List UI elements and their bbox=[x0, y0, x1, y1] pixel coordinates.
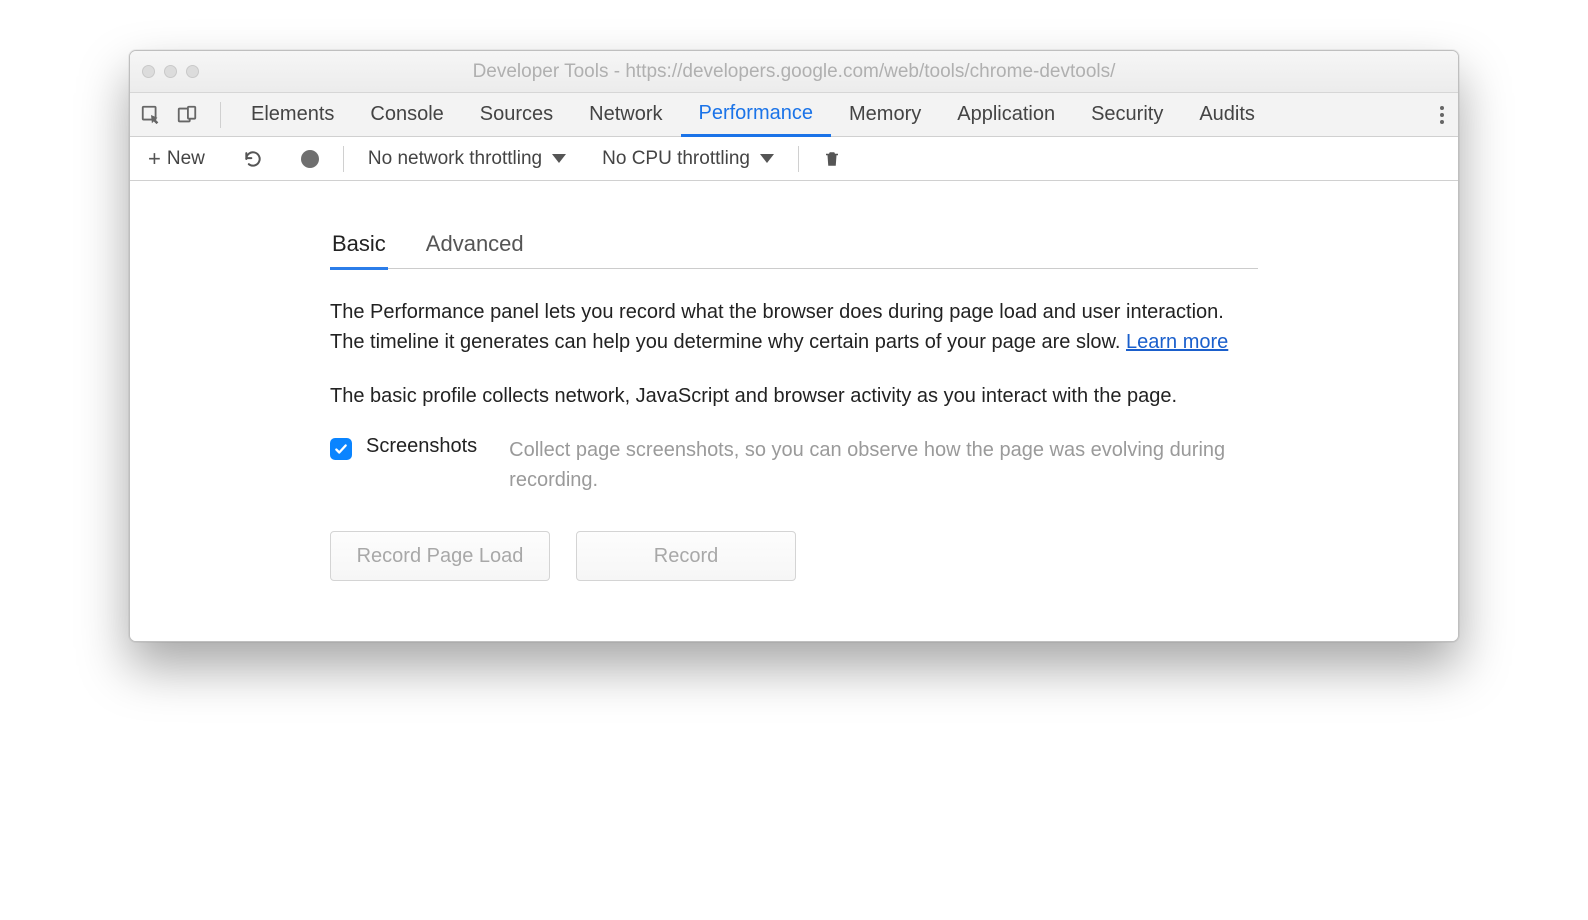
new-label: New bbox=[167, 148, 205, 170]
traffic-minimize[interactable] bbox=[164, 65, 177, 78]
tab-label: Elements bbox=[251, 103, 334, 126]
profile-subtabs: Basic Advanced bbox=[330, 231, 1258, 269]
traffic-lights bbox=[142, 65, 199, 78]
basic-description: The basic profile collects network, Java… bbox=[330, 381, 1258, 411]
device-toolbar-icon[interactable] bbox=[176, 104, 198, 126]
intro-text: The Performance panel lets you record wh… bbox=[330, 301, 1224, 353]
tab-label: Audits bbox=[1199, 103, 1255, 126]
screenshots-label: Screenshots bbox=[366, 435, 477, 458]
plus-icon: + bbox=[148, 148, 161, 170]
tab-label: Application bbox=[957, 103, 1055, 126]
tab-memory[interactable]: Memory bbox=[831, 93, 939, 136]
separator bbox=[343, 146, 344, 172]
network-throttle-dropdown[interactable]: No network throttling bbox=[362, 148, 572, 170]
tab-label: Security bbox=[1091, 103, 1163, 126]
traffic-close[interactable] bbox=[142, 65, 155, 78]
subtab-advanced[interactable]: Advanced bbox=[424, 231, 526, 268]
record-circle-icon bbox=[301, 150, 319, 168]
tab-label: Memory bbox=[849, 103, 921, 126]
screenshots-option: Screenshots Collect page screenshots, so… bbox=[330, 435, 1258, 495]
dropdown-arrow-icon bbox=[552, 154, 566, 163]
tab-security[interactable]: Security bbox=[1073, 93, 1181, 136]
devtools-window: Developer Tools - https://developers.goo… bbox=[129, 50, 1459, 642]
learn-more-link[interactable]: Learn more bbox=[1126, 331, 1228, 353]
performance-toolbar: + New No network throttling No CPU throt… bbox=[130, 137, 1458, 181]
record-buttons: Record Page Load Record bbox=[330, 531, 1258, 581]
button-label: Record bbox=[654, 545, 718, 568]
new-recording-button[interactable]: + New bbox=[142, 148, 211, 170]
titlebar: Developer Tools - https://developers.goo… bbox=[130, 51, 1458, 93]
cpu-throttle-label: No CPU throttling bbox=[602, 148, 750, 170]
traffic-zoom[interactable] bbox=[186, 65, 199, 78]
intro-paragraph: The Performance panel lets you record wh… bbox=[330, 297, 1258, 357]
reload-icon[interactable] bbox=[237, 149, 269, 169]
button-label: Record Page Load bbox=[357, 545, 524, 568]
tab-label: Network bbox=[589, 103, 662, 126]
subtab-label: Advanced bbox=[426, 231, 524, 256]
tab-label: Performance bbox=[699, 102, 814, 125]
tab-label: Sources bbox=[480, 103, 553, 126]
tab-sources[interactable]: Sources bbox=[462, 93, 571, 136]
window-title: Developer Tools - https://developers.goo… bbox=[142, 61, 1446, 83]
main-tabbar: Elements Console Sources Network Perform… bbox=[130, 93, 1458, 137]
record-toggle[interactable] bbox=[295, 150, 325, 168]
inspect-element-icon[interactable] bbox=[140, 104, 162, 126]
record-button[interactable]: Record bbox=[576, 531, 796, 581]
tab-application[interactable]: Application bbox=[939, 93, 1073, 136]
tab-label: Console bbox=[370, 103, 443, 126]
subtab-basic[interactable]: Basic bbox=[330, 231, 388, 270]
record-page-load-button[interactable]: Record Page Load bbox=[330, 531, 550, 581]
screenshots-checkbox[interactable] bbox=[330, 438, 352, 460]
network-throttle-label: No network throttling bbox=[368, 148, 542, 170]
cpu-throttle-dropdown[interactable]: No CPU throttling bbox=[596, 148, 780, 170]
tab-network[interactable]: Network bbox=[571, 93, 680, 136]
performance-panel-body: Basic Advanced The Performance panel let… bbox=[130, 181, 1458, 641]
screenshots-description: Collect page screenshots, so you can obs… bbox=[509, 435, 1258, 495]
subtab-label: Basic bbox=[332, 231, 386, 256]
tab-console[interactable]: Console bbox=[352, 93, 461, 136]
separator bbox=[220, 102, 221, 128]
tab-elements[interactable]: Elements bbox=[233, 93, 352, 136]
clear-button[interactable] bbox=[817, 149, 847, 169]
dropdown-arrow-icon bbox=[760, 154, 774, 163]
tab-audits[interactable]: Audits bbox=[1181, 93, 1273, 136]
separator bbox=[798, 146, 799, 172]
tab-performance[interactable]: Performance bbox=[681, 94, 832, 137]
more-menu-icon[interactable] bbox=[1440, 106, 1444, 124]
